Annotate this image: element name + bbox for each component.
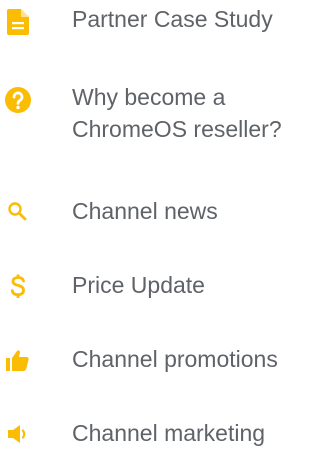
megaphone-icon bbox=[4, 420, 32, 448]
menu-item-label-line2: ChromeOS reseller? bbox=[72, 116, 282, 142]
menu-item-label: Channel promotions bbox=[72, 346, 278, 372]
menu-item-partner-case-study[interactable]: Partner Case Study bbox=[0, 0, 318, 50]
search-icon bbox=[4, 198, 32, 226]
help-circle-icon bbox=[4, 86, 32, 114]
menu-item-label: Channel news bbox=[72, 198, 218, 224]
menu-item-label: Partner Case Study bbox=[72, 6, 273, 32]
menu-item-label: Price Update bbox=[72, 272, 205, 298]
menu-item-label-line1: Why become a bbox=[72, 84, 226, 110]
menu-item-channel-news[interactable]: Channel news bbox=[0, 192, 318, 232]
menu-item-why-become-reseller[interactable]: Why become a ChromeOS reseller? bbox=[0, 78, 318, 150]
document-icon bbox=[4, 8, 32, 36]
dollar-icon bbox=[4, 273, 32, 301]
menu-item-price-update[interactable]: Price Update bbox=[0, 266, 318, 306]
menu-item-channel-promotions[interactable]: Channel promotions bbox=[0, 340, 318, 380]
menu-item-channel-marketing[interactable]: Channel marketing bbox=[0, 414, 318, 452]
thumbs-up-icon bbox=[4, 346, 32, 374]
resource-menu: Partner Case Study Why become a ChromeOS… bbox=[0, 0, 318, 452]
menu-item-label: Channel marketing bbox=[72, 420, 266, 446]
